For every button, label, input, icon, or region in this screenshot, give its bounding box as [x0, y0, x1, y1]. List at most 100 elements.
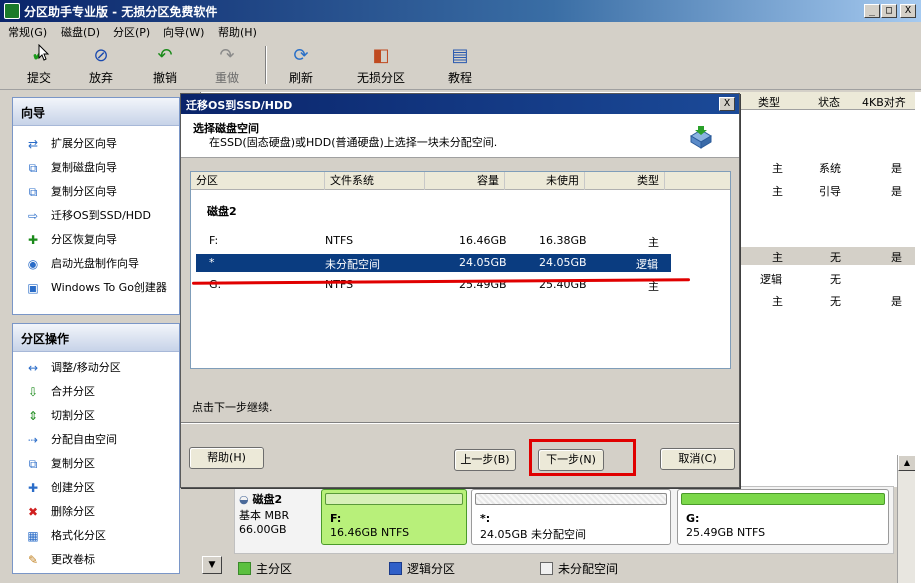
wizard-item-bootable-cd[interactable]: ◉启动光盘制作向导	[13, 252, 179, 276]
red-box-annotation	[529, 439, 636, 476]
copy-partition-icon: ⧉	[25, 185, 41, 199]
help-button[interactable]: 帮助(H)	[189, 447, 264, 469]
refresh-icon: ⟳	[291, 46, 311, 66]
op-format[interactable]: ▦格式化分区	[13, 524, 179, 548]
column-4k-align[interactable]: 4KB对齐	[862, 94, 906, 110]
partition-select-list: 分区 文件系统 容量 未使用 类型 磁盘2 F: NTFS 16.46GB 16…	[190, 171, 731, 369]
table-cell: 引导	[819, 183, 841, 199]
window-title: 分区助手专业版 - 无损分区免费软件	[24, 3, 217, 20]
tutorial-button[interactable]: ▤ 教程	[432, 44, 488, 88]
column-type[interactable]: 类型	[585, 172, 665, 190]
column-status[interactable]: 状态	[818, 94, 840, 110]
minimize-icon[interactable]: _	[864, 4, 880, 18]
hint-text: 点击下一步继续.	[192, 399, 273, 415]
legend: 主分区 逻辑分区 未分配空间	[234, 558, 914, 578]
mouse-cursor-icon	[38, 44, 50, 62]
merge-icon: ⇩	[25, 385, 41, 399]
column-filesystem[interactable]: 文件系统	[325, 172, 425, 190]
column-partition[interactable]: 分区	[191, 172, 325, 190]
redo-button[interactable]: ↷ 重做	[199, 44, 255, 88]
menu-disk[interactable]: 磁盘(D)	[61, 24, 100, 40]
disk-kind: 基本 MBR	[239, 507, 319, 523]
resize-icon: ↔	[25, 361, 41, 375]
op-allocate-free[interactable]: ⇢分配自由空间	[13, 428, 179, 452]
discard-button[interactable]: ⊘ 放弃	[73, 44, 129, 88]
wizard-item-recovery[interactable]: ✚分区恢复向导	[13, 228, 179, 252]
dialog-subheading: 在SSD(固态硬盘)或HDD(普通硬盘)上选择一块未分配空间.	[209, 134, 497, 150]
table-cell: 主	[772, 183, 783, 199]
op-resize-move[interactable]: ↔调整/移动分区	[13, 356, 179, 380]
cd-icon: ◉	[25, 257, 41, 271]
dialog-close-icon[interactable]: X	[719, 97, 735, 111]
wizard-item-migrate-os[interactable]: ⇨迁移OS到SSD/HDD	[13, 204, 179, 228]
operations-panel-title: 分区操作	[13, 324, 179, 352]
undo-icon: ↶	[155, 46, 175, 66]
op-change-label[interactable]: ✎更改卷标	[13, 548, 179, 572]
partition-table-header: 类型 状态 4KB对齐	[738, 92, 921, 110]
window-edge	[915, 92, 921, 583]
table-cell: 是	[891, 160, 902, 176]
column-unused[interactable]: 未使用	[505, 172, 585, 190]
menu-general[interactable]: 常规(G)	[8, 24, 47, 40]
partition-usage-bar	[475, 493, 667, 505]
operations-panel: 分区操作 ↔调整/移动分区 ⇩合并分区 ⇕切割分区 ⇢分配自由空间 ⧉复制分区 …	[12, 323, 180, 574]
disk-label[interactable]: ◒ 磁盘2 基本 MBR 66.00GB	[239, 491, 319, 536]
disk-size: 66.00GB	[239, 523, 319, 536]
book-icon: ▤	[450, 46, 470, 66]
disk-map: ◒ 磁盘2 基本 MBR 66.00GB F: 16.46GB NTFS *: …	[234, 486, 894, 554]
table-cell: 主	[772, 160, 783, 176]
menu-help[interactable]: 帮助(H)	[218, 24, 257, 40]
disk-partition-unallocated[interactable]: *: 24.05GB 未分配空间	[471, 489, 671, 545]
op-merge[interactable]: ⇩合并分区	[13, 380, 179, 404]
usb-icon: ▣	[25, 281, 41, 295]
legend-primary: 主分区	[238, 560, 292, 577]
table-cell: 是	[891, 183, 902, 199]
menu-wizard[interactable]: 向导(W)	[163, 24, 204, 40]
list-header: 分区 文件系统 容量 未使用 类型	[191, 172, 730, 190]
op-delete[interactable]: ✖删除分区	[13, 500, 179, 524]
menu-bar: 常规(G) 磁盘(D) 分区(P) 向导(W) 帮助(H)	[0, 22, 921, 40]
list-item-selected[interactable]: * 未分配空间 24.05GB 24.05GB 逻辑	[196, 254, 671, 272]
table-cell: 逻辑	[760, 271, 782, 287]
close-icon[interactable]: X	[900, 4, 916, 18]
op-copy[interactable]: ⧉复制分区	[13, 452, 179, 476]
delete-icon: ✖	[25, 505, 41, 519]
disk-partition-g[interactable]: G: 25.49GB NTFS	[677, 489, 889, 545]
unallocated-swatch	[540, 562, 553, 575]
undo-button[interactable]: ↶ 撤销	[137, 44, 193, 88]
scroll-up-icon[interactable]: ▲	[898, 455, 916, 471]
toolbar: ✔ 提交 ⊘ 放弃 ↶ 撤销 ↷ 重做 ⟳ 刷新 ◧ 无损分区 ▤ 教程	[0, 40, 921, 90]
refresh-button[interactable]: ⟳ 刷新	[273, 44, 329, 88]
migrate-icon: ⇨	[25, 209, 41, 223]
table-cell: 是	[891, 293, 902, 309]
back-button[interactable]: 上一步(B)	[454, 449, 516, 471]
dialog-header: 选择磁盘空间 在SSD(固态硬盘)或HDD(普通硬盘)上选择一块未分配空间.	[181, 114, 739, 158]
partition-usage-bar	[681, 493, 885, 505]
disk-partition-f[interactable]: F: 16.46GB NTFS	[321, 489, 467, 545]
cancel-button[interactable]: 取消(C)	[660, 448, 735, 470]
table-cell: 主	[772, 293, 783, 309]
op-create[interactable]: ✚创建分区	[13, 476, 179, 500]
table-cell: 是	[891, 249, 902, 265]
menu-partition[interactable]: 分区(P)	[113, 24, 150, 40]
copy-icon: ⧉	[25, 457, 41, 471]
toolbar-separator	[265, 46, 267, 84]
op-split[interactable]: ⇕切割分区	[13, 404, 179, 428]
wizard-item-copy-disk[interactable]: ⧉复制磁盘向导	[13, 156, 179, 180]
label-icon: ✎	[25, 553, 41, 567]
maximize-icon[interactable]: □	[881, 4, 897, 18]
wizard-item-extend[interactable]: ⇄扩展分区向导	[13, 132, 179, 156]
extend-icon: ⇄	[25, 137, 41, 151]
table-cell: 系统	[819, 160, 841, 176]
left-scroll-down-icon[interactable]: ▼	[202, 556, 222, 574]
column-type[interactable]: 类型	[758, 94, 780, 110]
column-capacity[interactable]: 容量	[425, 172, 505, 190]
table-cell: 无	[830, 249, 841, 265]
lossless-partition-button[interactable]: ◧ 无损分区	[353, 44, 409, 88]
wizard-item-windows-to-go[interactable]: ▣Windows To Go创建器	[13, 276, 179, 300]
partition-usage-bar	[325, 493, 463, 505]
legend-unallocated: 未分配空间	[540, 560, 618, 577]
table-cell: 主	[772, 249, 783, 265]
wizard-item-copy-partition[interactable]: ⧉复制分区向导	[13, 180, 179, 204]
list-item[interactable]: F: NTFS 16.46GB 16.38GB 主	[191, 232, 730, 250]
